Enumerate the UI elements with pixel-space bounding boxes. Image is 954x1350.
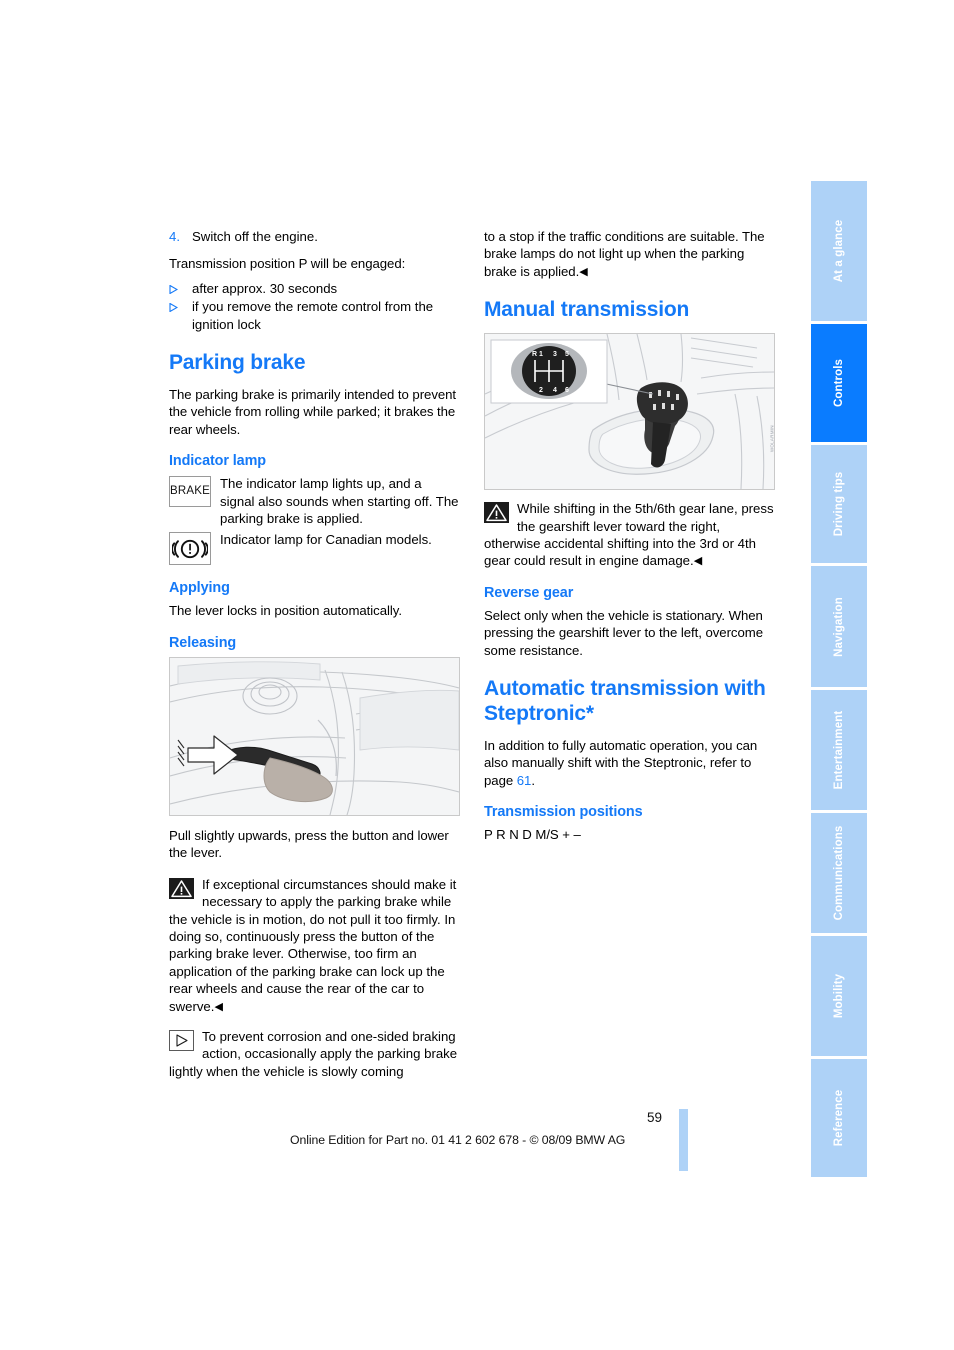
svg-text:1: 1	[539, 351, 543, 358]
tab-label: Driving tips	[833, 471, 845, 537]
reverse-gear-text: Select only when the vehicle is stationa…	[484, 607, 763, 658]
indicator-lamp-text: Indicator lamp for Canadian models.	[220, 532, 432, 548]
tab-label: Controls	[833, 358, 845, 408]
note-block-corrosion: To prevent corrosion and one-sided braki…	[169, 1028, 459, 1080]
sidebar-item-driving-tips[interactable]: Driving tips	[811, 445, 867, 563]
sidebar-item-at-a-glance[interactable]: At a glance	[811, 181, 867, 321]
tab-label: Reference	[833, 1089, 845, 1147]
end-marker-icon: ◀	[579, 265, 588, 278]
tab-label: Navigation	[833, 596, 845, 657]
left-column: 4. Switch off the engine. Transmission p…	[169, 228, 460, 1093]
end-marker-icon: ◀	[693, 555, 703, 568]
transmission-intro: Transmission position P will be engaged:	[169, 256, 406, 272]
svg-text:5: 5	[565, 351, 569, 358]
tab-label: At a glance	[833, 219, 845, 283]
applying-text: The lever locks in position automaticall…	[169, 603, 402, 619]
heading-reverse-gear: Reverse gear	[484, 584, 574, 601]
indicator-lamp-row: Indicator lamp for Canadian models.	[169, 531, 459, 566]
warning-text: While shifting in the 5th/6th gear lane,…	[484, 501, 774, 569]
triangle-bullet-icon	[169, 280, 192, 297]
page-number-bar	[679, 1109, 688, 1171]
sidebar-item-communications[interactable]: Communications	[811, 813, 867, 933]
indicator-lamp-text: The indicator lamp lights up, and a sign…	[220, 476, 459, 527]
heading-releasing: Releasing	[169, 634, 237, 651]
tab-label: Communications	[833, 825, 845, 921]
warning-triangle-icon	[484, 502, 511, 525]
indicator-lamp-row: BRAKE The indicator lamp lights up, and …	[169, 475, 459, 527]
figure-parking-brake-lever	[169, 656, 460, 816]
bullet-text: if you remove the remote control from th…	[192, 299, 434, 332]
bullet-text: after approx. 30 seconds	[192, 280, 338, 296]
releasing-text: Pull slightly upwards, press the button …	[169, 827, 449, 861]
transmission-positions-text: P R N D M/S + –	[484, 827, 581, 843]
svg-text:6: 6	[565, 387, 569, 394]
sidebar-item-controls[interactable]: Controls	[811, 324, 867, 442]
heading-applying: Applying	[169, 580, 230, 597]
canadian-brake-lamp-icon	[169, 532, 211, 566]
numbered-step: 4. Switch off the engine.	[169, 228, 459, 245]
page-reference-link[interactable]: 61	[517, 773, 532, 788]
heading-manual-transmission: Manual transmission	[484, 298, 690, 322]
brake-lamp-icon-cell: BRAKE	[169, 475, 217, 527]
end-marker-icon: ◀	[214, 1000, 223, 1013]
svg-text:R: R	[532, 351, 537, 358]
sidebar-item-mobility[interactable]: Mobility	[811, 936, 867, 1056]
sidebar-item-entertainment[interactable]: Entertainment	[811, 690, 867, 810]
automatic-transmission-intro: In addition to fully automatic operation…	[484, 738, 758, 788]
brake-lamp-icon: BRAKE	[169, 476, 211, 508]
svg-text:2: 2	[539, 387, 543, 394]
parking-brake-intro: The parking brake is primarily intended …	[169, 387, 457, 437]
warning-block-manual-transmission: While shifting in the 5th/6th gear lane,…	[484, 500, 774, 570]
page-number: 59	[647, 1110, 663, 1125]
svg-text:3: 3	[553, 351, 557, 358]
figure-manual-gearshift: R 1 3 5 2 4 6 WOLARMIN	[484, 333, 775, 491]
svg-text:4: 4	[553, 387, 557, 394]
bullet-item: after approx. 30 seconds	[169, 280, 459, 297]
canadian-brake-lamp-icon-cell	[169, 531, 217, 566]
manual-page: 4. Switch off the engine. Transmission p…	[0, 0, 954, 1350]
triangle-bullet-icon	[169, 298, 192, 333]
tab-label: Entertainment	[833, 710, 845, 790]
warning-triangle-icon	[169, 877, 196, 901]
warning-text: If exceptional circumstances should make…	[169, 876, 457, 1014]
sidebar-item-reference[interactable]: Reference	[811, 1059, 867, 1177]
heading-indicator-lamp: Indicator lamp	[169, 453, 266, 470]
sidebar-item-navigation[interactable]: Navigation	[811, 566, 867, 687]
note-icon	[169, 1029, 196, 1053]
page-title-parking-brake: Parking brake	[169, 351, 306, 375]
step-number: 4.	[169, 229, 180, 244]
figure-caption-code: WOLARMIN	[769, 425, 775, 453]
continuation-text: to a stop if the traffic conditions are …	[484, 229, 765, 279]
heading-automatic-transmission: Automatic transmission with Steptronic*	[484, 677, 766, 726]
footer-edition-text: Online Edition for Part no. 01 41 2 602 …	[290, 1133, 626, 1147]
tab-label: Mobility	[833, 973, 845, 1019]
step-text: Switch off the engine.	[192, 229, 318, 244]
section-tab-rail: At a glance Controls Driving tips Naviga…	[811, 181, 867, 1180]
note-text: To prevent corrosion and one-sided braki…	[169, 1028, 458, 1079]
heading-transmission-positions: Transmission positions	[484, 804, 643, 821]
right-column: to a stop if the traffic conditions are …	[484, 228, 775, 858]
bullet-item: if you remove the remote control from th…	[169, 298, 459, 333]
warning-block-parking-brake: If exceptional circumstances should make…	[169, 876, 459, 1015]
